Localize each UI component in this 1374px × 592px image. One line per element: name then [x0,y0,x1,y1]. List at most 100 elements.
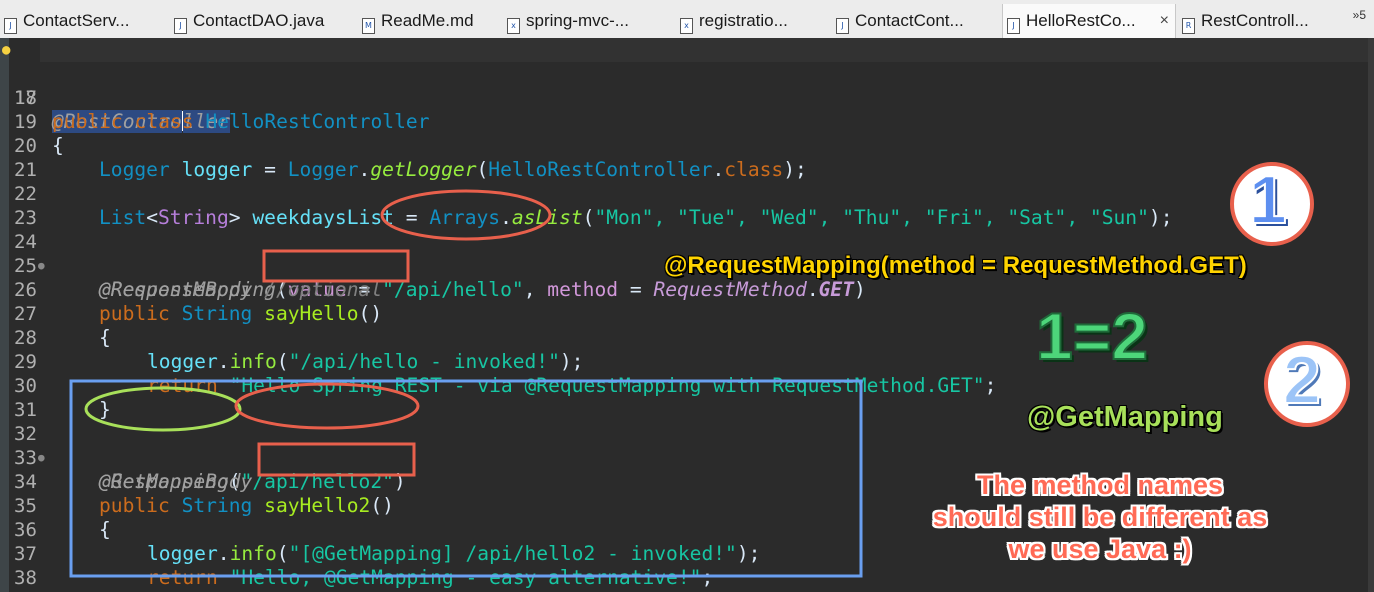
lightbulb-icon[interactable]: ● [2,38,10,62]
type-token: HelloRestController [488,158,713,181]
code-line-38: 38 } [0,542,111,592]
code-text: > [228,206,241,229]
code-line-34: 34 public String sayHello2() [0,446,394,517]
code-text: = [252,158,288,181]
code-line-39: 39 [0,566,47,592]
requestmapping-label: @RequestMapping(method = RequestMethod.G… [664,252,1247,279]
markdown-file-icon: M [362,18,375,34]
tab-label: HelloRestCo... [1026,11,1136,30]
tab-label: RestControll... [1201,11,1309,30]
attribute-token: method [547,278,619,301]
code-text: , [523,278,548,301]
code-line-24: 24 ● @RequestMapping(value = "/api/hello… [0,206,866,301]
string-token: "/api/hello" [382,278,524,301]
overflow-tabs-button[interactable]: »5 [1353,8,1366,22]
code-text: () [370,494,394,517]
java-file-icon: J [1007,18,1020,34]
string-token: "Hello, @GetMapping - easy alternative!" [229,566,702,589]
keyword-token: class [724,158,784,181]
keyword-token: return [147,566,230,589]
type-token: String [181,494,253,517]
code-line-27: 27 { [0,278,111,349]
code-line-22: 22 List<String> weekdaysList = Arrays.as… [0,158,1173,229]
tab-label: ContactCont... [855,11,964,30]
code-text: ( [276,350,289,373]
tab-label: spring-mvc-... [526,11,629,30]
enum-token: RequestMethod [653,278,807,301]
tab-contact-controller[interactable]: J ContactCont... [832,6,997,36]
field-token: logger [147,542,218,565]
method-names-note: The method names should still be differe… [932,470,1268,564]
java-file-icon: J [836,18,849,34]
code-line-30: 30 } [0,350,111,421]
code-line-29: 29 return "Hello Spring REST - via @Requ… [0,326,996,397]
code-text: = [393,206,430,229]
annotation-token: @ResponseBody [99,278,253,301]
tab-label: ReadMe.md [381,11,474,30]
code-text: ( [582,206,595,229]
method-token: asList [511,206,583,229]
code-text: ( [476,158,489,181]
java-file-icon: J [174,18,187,34]
xml-file-icon: x [680,18,693,34]
editor-scrollbar[interactable] [1368,38,1374,592]
code-line-28: 28 logger.info("/api/hello - invoked!"); [0,302,583,373]
method-name-token: sayHello2 [252,494,371,517]
tab-spring-mvc[interactable]: x spring-mvc-... [503,6,668,36]
code-text: = [618,278,654,301]
code-text: ); [736,542,761,565]
code-line-17: ● 17 @RestController [0,38,230,133]
string-token: "Mon", "Tue", "Wed", "Thu", "Fri", "Sat"… [594,206,1149,229]
code-line-21: 21 [0,134,47,181]
code-text: ); [559,350,584,373]
type-token: String [181,302,253,325]
code-text: ; [984,374,997,397]
code-text: ) [393,470,406,493]
java-file-icon: R [1182,18,1195,34]
close-tab-icon[interactable]: × [1160,4,1169,38]
code-text: ); [1148,206,1173,229]
keyword-token: public [99,494,182,517]
tab-contact-service[interactable]: J ContactServ... [0,6,160,36]
keyword-token: public class [52,110,206,133]
type-token: Logger [99,158,170,181]
code-line-37: 37 return "Hello, @GetMapping - easy alt… [0,518,713,589]
type-token: List [99,206,147,229]
method-name-token: sayHello [252,302,359,325]
badge-1-number: 1 [1248,161,1288,239]
tab-registration[interactable]: x registratio... [676,6,826,36]
tab-label: registratio... [699,11,788,30]
code-text: . [358,158,371,181]
code-line-33: 33 @ResponseBody [0,422,252,493]
code-text: . [217,350,230,373]
code-text: () [358,302,383,325]
method-token: getLogger [370,158,477,181]
constant-token: GET [818,278,854,301]
annotation-token: @ResponseBody [99,470,253,493]
code-text: ( [276,542,289,565]
code-line-25: 25 @ResponseBody //optional [0,230,382,301]
code-line-32: 32 ● @GetMapping("/api/hello2") [0,398,406,493]
getmapping-label: @GetMapping [1027,401,1223,433]
tab-contact-dao[interactable]: J ContactDAO.java [170,6,350,36]
code-line-35: 35 { [0,470,111,541]
editor-tab-bar: J ContactServ... J ContactDAO.java M ReadMe… [0,0,1374,39]
method-token: info [229,542,277,565]
equals-label: 1=2 [1035,298,1149,374]
code-line-19: 19 { [0,86,64,157]
badge-2-number: 2 [1282,341,1322,419]
string-token: "/api/hello - invoked!" [288,350,560,373]
tab-hello-rest-controller[interactable]: J HelloRestCo... × [1002,4,1176,38]
code-text: } [99,398,111,421]
tab-readme[interactable]: M ReadMe.md [358,6,498,36]
code-text: { [52,134,64,157]
current-line-highlight [40,38,1370,62]
code-text: < [146,206,158,229]
code-line-20: 20 Logger logger = Logger.getLogger(Hell… [0,110,807,181]
tab-rest-controller[interactable]: R RestControll... [1178,6,1328,36]
code-text: ); [783,158,807,181]
comment-token: //optional [252,278,383,301]
java-file-icon: J [4,18,17,34]
code-text: ) [854,278,866,301]
type-token: Arrays [429,206,501,229]
